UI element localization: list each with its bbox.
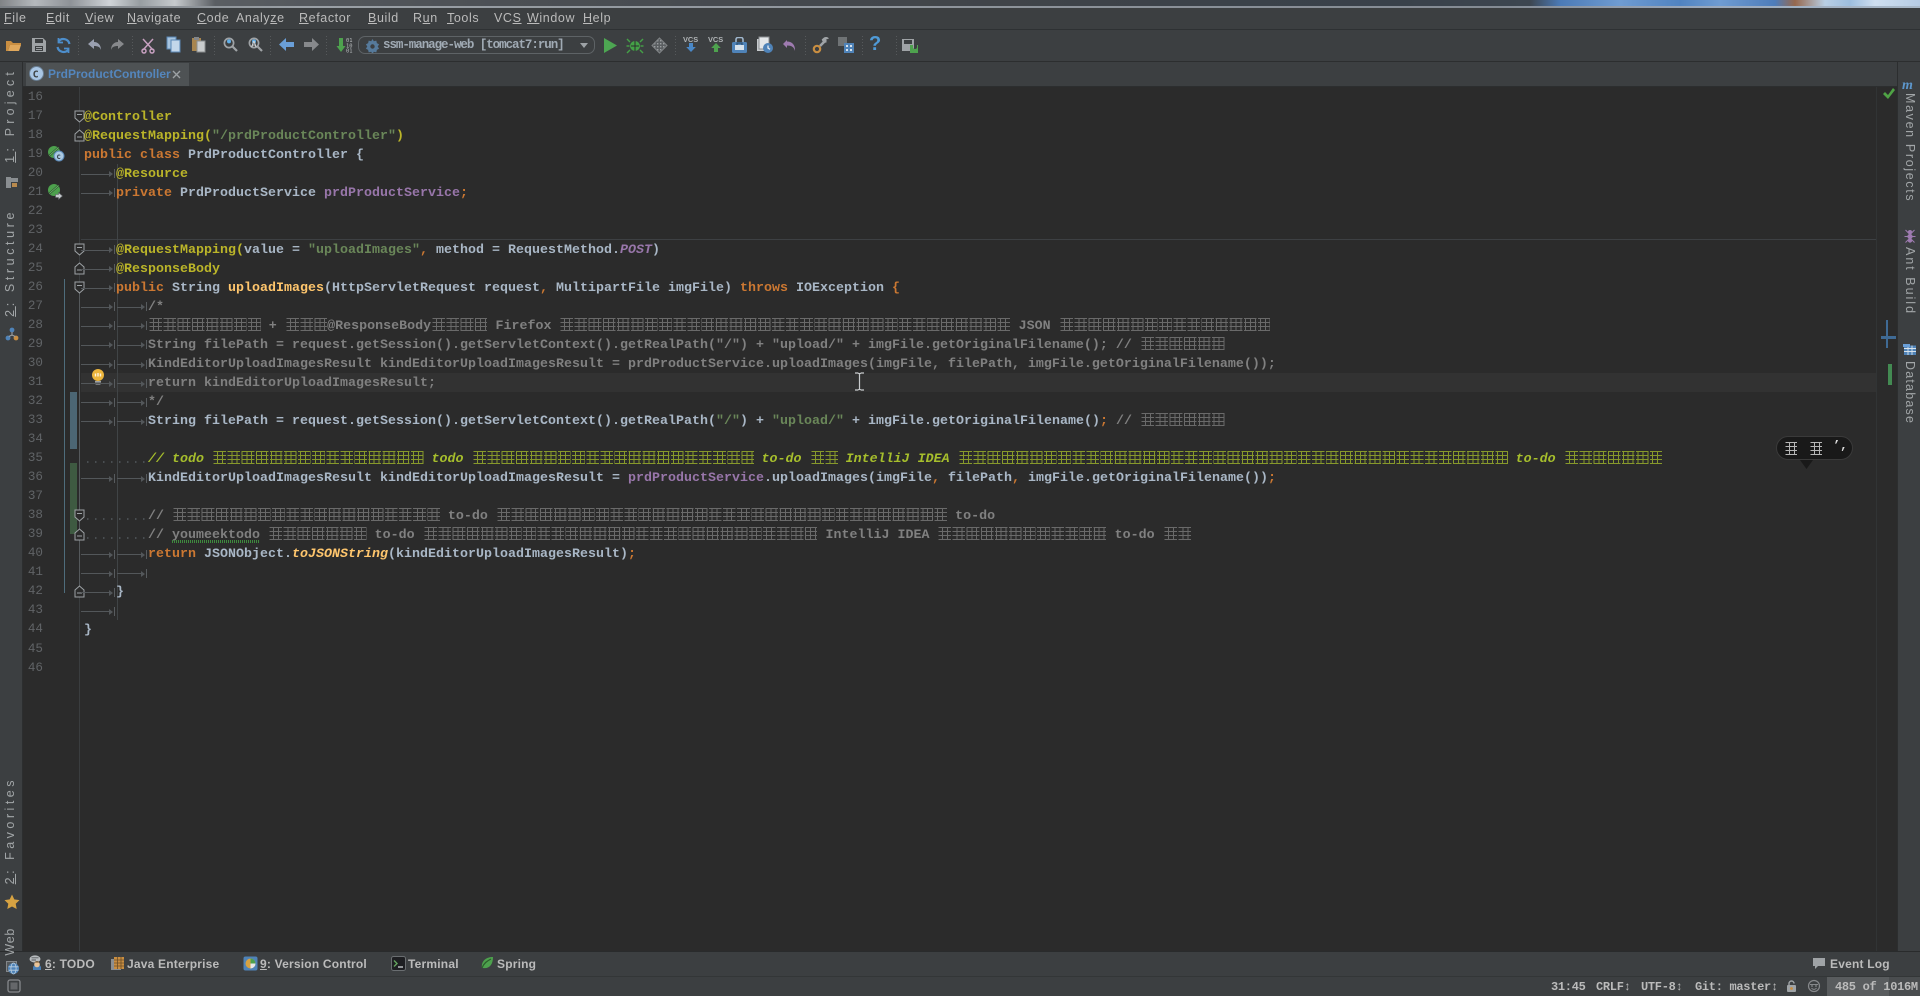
- svg-text:c: c: [56, 152, 61, 161]
- svg-text:C: C: [33, 69, 39, 80]
- svg-text:VCS: VCS: [683, 35, 698, 44]
- svg-text:VCS: VCS: [708, 35, 723, 44]
- svg-text:A: A: [251, 40, 257, 49]
- svg-text:01: 01: [346, 49, 353, 54]
